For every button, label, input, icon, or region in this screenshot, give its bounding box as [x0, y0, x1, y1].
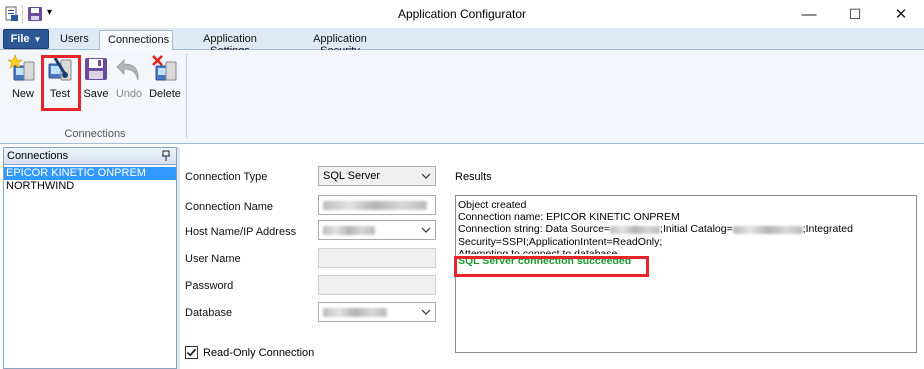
- success-message-highlight: [454, 256, 649, 277]
- connection-type-value: SQL Server: [323, 170, 381, 182]
- connection-list-item[interactable]: NORTHWIND: [4, 180, 176, 193]
- result-line-part: Connection string: Data Source=: [458, 223, 611, 236]
- connection-list-item[interactable]: EPICOR KINETIC ONPREM: [4, 167, 176, 180]
- close-button[interactable]: ✕: [878, 0, 924, 28]
- result-line-part: ;Integrated: [802, 223, 853, 236]
- checkmark-icon: [186, 348, 197, 357]
- new-button-label: New: [11, 88, 34, 100]
- redacted-value: [323, 225, 375, 235]
- save-button[interactable]: Save: [81, 54, 111, 108]
- new-button[interactable]: New: [8, 54, 38, 108]
- chevron-down-icon: [421, 227, 431, 233]
- file-menu-label: File: [10, 33, 30, 45]
- result-line: Attempting to connect to database: [458, 247, 618, 254]
- delete-button[interactable]: Delete: [149, 54, 181, 108]
- chevron-down-icon: [421, 173, 431, 179]
- host-name-label: Host Name/IP Address: [185, 226, 297, 238]
- chevron-down-icon: ▼: [33, 34, 42, 44]
- file-menu-button[interactable]: File ▼: [3, 29, 49, 49]
- title-bar: ▾ Application Configurator — ☐ ✕: [0, 0, 924, 28]
- delete-connection-icon: [152, 55, 177, 81]
- database-combo[interactable]: [318, 302, 436, 322]
- ribbon-group-label: Connections: [64, 128, 126, 140]
- connections-panel-title: Connections: [7, 150, 69, 162]
- panel-splitter[interactable]: [177, 147, 180, 369]
- redacted-value: [732, 225, 803, 234]
- result-line-connection-string: Connection string: Data Source= ;Initial …: [458, 223, 914, 235]
- connection-type-label: Connection Type: [185, 171, 268, 183]
- result-line: Security=SSPI;ApplicationIntent=ReadOnly…: [458, 235, 663, 248]
- redacted-value: [323, 307, 387, 317]
- connection-name-label: Connection Name: [185, 201, 274, 213]
- undo-button[interactable]: Undo: [114, 54, 144, 108]
- ribbon-group-separator: [186, 54, 187, 138]
- tab-users[interactable]: Users: [52, 30, 96, 50]
- tab-application-security[interactable]: Application Security: [288, 30, 392, 57]
- new-connection-icon: [8, 54, 35, 81]
- password-label: Password: [185, 280, 234, 292]
- read-only-checkbox[interactable]: [185, 346, 198, 359]
- redacted-value: [610, 225, 661, 234]
- undo-icon: [116, 59, 139, 81]
- connections-panel-header: Connections: [4, 148, 176, 165]
- tab-connections[interactable]: Connections: [99, 30, 173, 51]
- results-label: Results: [455, 171, 492, 183]
- save-icon: [85, 58, 107, 80]
- connection-name-field[interactable]: [318, 195, 436, 215]
- test-button-highlight: [41, 55, 81, 111]
- result-line: Object created: [458, 199, 527, 211]
- result-line-part: ;Initial Catalog=: [660, 223, 733, 236]
- password-field[interactable]: [318, 275, 436, 295]
- user-name-label: User Name: [185, 253, 241, 265]
- user-name-field[interactable]: [318, 248, 436, 268]
- read-only-label[interactable]: Read-Only Connection: [203, 347, 314, 359]
- maximize-button[interactable]: ☐: [832, 0, 878, 28]
- host-name-combo[interactable]: [318, 220, 436, 240]
- chevron-down-icon: [421, 309, 431, 315]
- delete-button-label: Delete: [149, 88, 181, 100]
- redacted-value: [323, 200, 427, 210]
- connections-panel: Connections EPICOR KINETIC ONPREM NORTHW…: [3, 147, 177, 369]
- database-label: Database: [185, 307, 233, 319]
- save-button-label: Save: [83, 88, 109, 100]
- pin-icon[interactable]: [161, 150, 171, 162]
- tab-application-settings[interactable]: Application Settings: [177, 30, 283, 57]
- result-line: Connection name: EPICOR KINETIC ONPREM: [458, 211, 680, 224]
- ribbon-tab-strip: File ▼ Users Connections Application Set…: [0, 28, 924, 57]
- minimize-button[interactable]: —: [786, 0, 832, 28]
- connection-type-select[interactable]: SQL Server: [318, 166, 436, 186]
- undo-button-label: Undo: [115, 88, 143, 100]
